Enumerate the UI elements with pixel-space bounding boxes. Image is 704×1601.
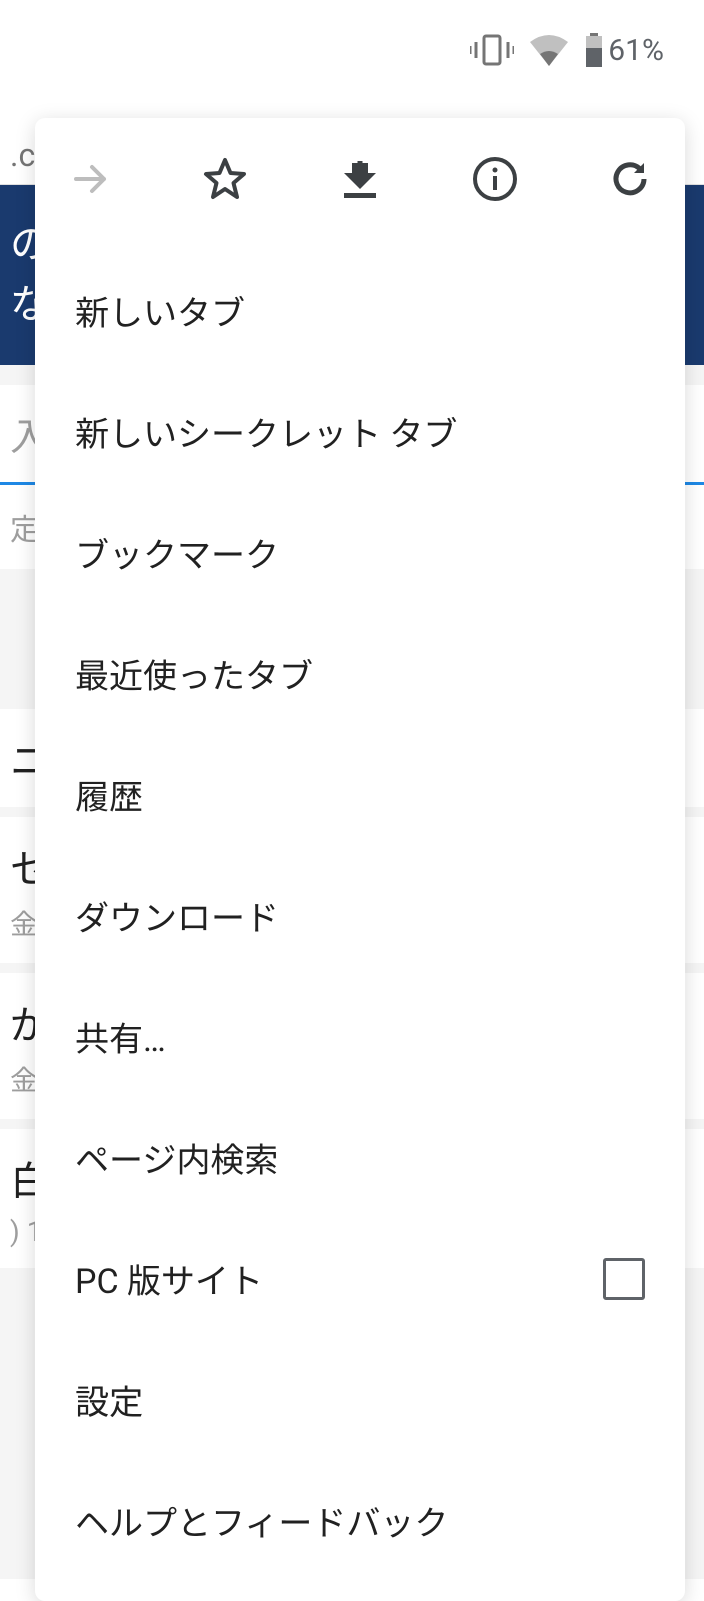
menu-item-find-in-page[interactable]: ページ内検索 [35, 1097, 685, 1218]
menu-item-help[interactable]: ヘルプとフィードバック [35, 1460, 685, 1581]
download-button[interactable] [335, 154, 385, 204]
battery-percent: 61% [608, 33, 664, 68]
menu-item-label: ブックマーク [75, 528, 279, 577]
reload-icon [608, 157, 652, 201]
chrome-menu-popup: 新しいタブ 新しいシークレット タブ ブックマーク 最近使ったタブ 履歴 ダウン… [35, 118, 685, 1601]
menu-item-desktop-site[interactable]: PC 版サイト [35, 1218, 685, 1339]
menu-list: 新しいタブ 新しいシークレット タブ ブックマーク 最近使ったタブ 履歴 ダウン… [35, 240, 685, 1601]
star-icon [202, 156, 248, 202]
battery-icon [584, 33, 604, 67]
menu-item-bookmarks[interactable]: ブックマーク [35, 492, 685, 613]
desktop-site-checkbox[interactable] [603, 1258, 645, 1300]
status-bar: 61% [470, 0, 704, 100]
menu-item-label: 新しいシークレット タブ [75, 407, 457, 456]
info-button[interactable] [470, 154, 520, 204]
menu-item-new-incognito[interactable]: 新しいシークレット タブ [35, 371, 685, 492]
vibrate-icon [470, 32, 514, 68]
menu-item-label: PC 版サイト [75, 1254, 263, 1303]
menu-item-label: ページ内検索 [75, 1133, 278, 1182]
menu-item-new-tab[interactable]: 新しいタブ [35, 250, 685, 371]
menu-item-history[interactable]: 履歴 [35, 734, 685, 855]
info-icon [472, 156, 518, 202]
menu-item-label: ヘルプとフィードバック [75, 1496, 448, 1545]
download-icon [338, 157, 382, 201]
bookmark-button[interactable] [200, 154, 250, 204]
menu-toolbar [35, 118, 685, 240]
menu-item-label: ダウンロード [75, 891, 279, 940]
menu-item-settings[interactable]: 設定 [35, 1339, 685, 1460]
menu-item-downloads[interactable]: ダウンロード [35, 855, 685, 976]
menu-item-label: 新しいタブ [75, 286, 245, 335]
menu-item-label: 共有… [75, 1012, 166, 1061]
wifi-icon [530, 34, 568, 66]
battery-indicator: 61% [584, 33, 664, 68]
forward-button[interactable] [65, 154, 115, 204]
menu-item-label: 最近使ったタブ [75, 649, 313, 698]
menu-item-recent-tabs[interactable]: 最近使ったタブ [35, 613, 685, 734]
forward-arrow-icon [68, 157, 112, 201]
reload-button[interactable] [605, 154, 655, 204]
menu-item-label: 履歴 [75, 770, 143, 819]
menu-item-share[interactable]: 共有… [35, 976, 685, 1097]
menu-item-label: 設定 [75, 1375, 143, 1424]
